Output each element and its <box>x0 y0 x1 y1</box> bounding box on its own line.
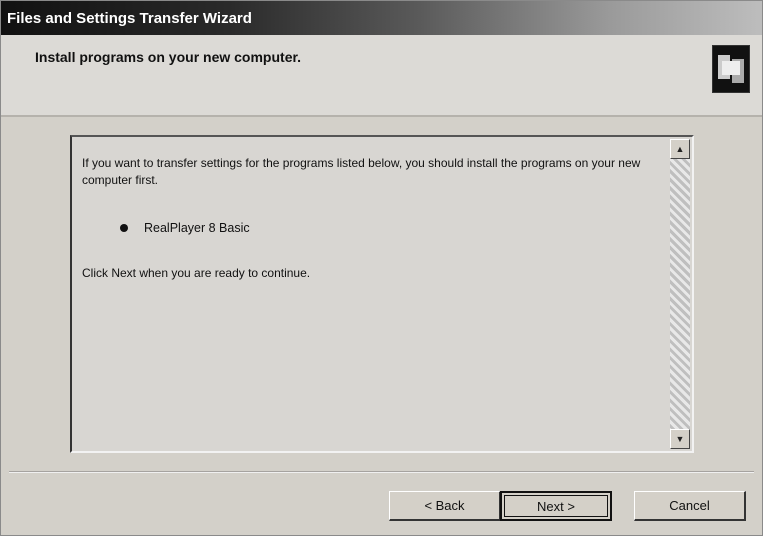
window-title: Files and Settings Transfer Wizard <box>7 9 252 27</box>
title-bar[interactable]: Files and Settings Transfer Wizard <box>1 1 762 35</box>
bullet-icon <box>120 224 128 232</box>
scroll-up-arrow-icon[interactable]: ▲ <box>670 139 690 159</box>
page-title: Install programs on your new computer. <box>35 49 302 65</box>
next-button-label: Next > <box>504 495 608 517</box>
back-button[interactable]: < Back <box>389 491 501 521</box>
wizard-window: Files and Settings Transfer Wizard Insta… <box>0 0 763 536</box>
intro-text: If you want to transfer settings for the… <box>82 156 641 187</box>
cancel-button[interactable]: Cancel <box>634 491 746 521</box>
list-item: RealPlayer 8 Basic <box>120 221 250 235</box>
wizard-logo-icon <box>712 45 750 93</box>
program-list-panel: If you want to transfer settings for the… <box>70 135 694 453</box>
instruction-text: Click Next when you are ready to continu… <box>82 266 311 280</box>
wizard-header: Install programs on your new computer. <box>1 35 762 117</box>
divider <box>9 471 754 473</box>
next-button[interactable]: Next > <box>500 491 612 521</box>
scroll-down-arrow-icon[interactable]: ▼ <box>670 429 690 449</box>
vertical-scrollbar[interactable]: ▲ ▼ <box>670 139 690 449</box>
program-name: RealPlayer 8 Basic <box>144 221 250 235</box>
